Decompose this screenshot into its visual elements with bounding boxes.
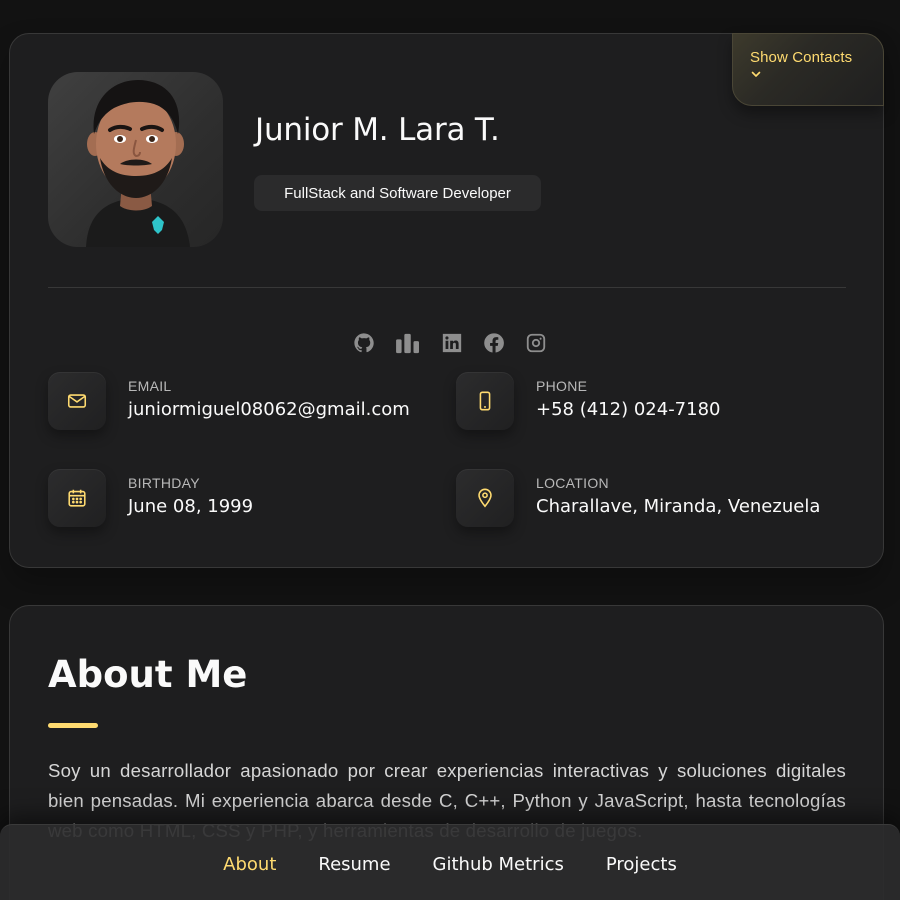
email-value[interactable]: juniormiguel08062@gmail.com bbox=[128, 399, 410, 420]
phone-value[interactable]: +58 (412) 024-7180 bbox=[536, 399, 721, 420]
instagram-icon[interactable] bbox=[524, 331, 548, 355]
contact-location: LOCATION Charallave, Miranda, Venezuela bbox=[456, 469, 820, 527]
profile-title-badge: FullStack and Software Developer bbox=[254, 175, 541, 211]
location-pin-icon bbox=[456, 469, 514, 527]
calendar-icon bbox=[48, 469, 106, 527]
email-label: EMAIL bbox=[128, 378, 172, 394]
phone-icon bbox=[456, 372, 514, 430]
nav-projects[interactable]: Projects bbox=[606, 854, 677, 875]
birthday-label: BIRTHDAY bbox=[128, 475, 200, 491]
profile-card: Show Contacts Junior M. Lara T. FullStac… bbox=[9, 33, 884, 568]
chevron-down-icon bbox=[751, 71, 761, 77]
contact-birthday: BIRTHDAY June 08, 1999 bbox=[48, 469, 253, 527]
mail-icon bbox=[48, 372, 106, 430]
contact-email: EMAIL juniormiguel08062@gmail.com bbox=[48, 372, 410, 430]
contact-phone: PHONE +58 (412) 024-7180 bbox=[456, 372, 721, 430]
avatar-illustration bbox=[86, 80, 190, 247]
bar-chart-icon[interactable] bbox=[394, 331, 422, 355]
linkedin-icon[interactable] bbox=[440, 331, 464, 355]
about-heading: About Me bbox=[48, 653, 248, 696]
github-icon[interactable] bbox=[352, 331, 376, 355]
about-underline bbox=[48, 723, 98, 728]
facebook-icon[interactable] bbox=[482, 331, 506, 355]
show-contacts-button[interactable]: Show Contacts bbox=[732, 33, 884, 106]
nav-resume[interactable]: Resume bbox=[318, 854, 390, 875]
birthday-value: June 08, 1999 bbox=[128, 496, 254, 517]
show-contacts-label: Show Contacts bbox=[750, 49, 853, 66]
profile-name: Junior M. Lara T. bbox=[255, 112, 500, 148]
location-label: LOCATION bbox=[536, 475, 609, 491]
avatar bbox=[48, 72, 223, 247]
location-value: Charallave, Miranda, Venezuela bbox=[536, 496, 821, 517]
separator bbox=[48, 287, 846, 288]
bottom-navbar: About Resume Github Metrics Projects bbox=[0, 824, 900, 900]
nav-github-metrics[interactable]: Github Metrics bbox=[433, 854, 564, 875]
social-links bbox=[352, 331, 566, 355]
nav-about[interactable]: About bbox=[223, 854, 276, 875]
phone-label: PHONE bbox=[536, 378, 588, 394]
